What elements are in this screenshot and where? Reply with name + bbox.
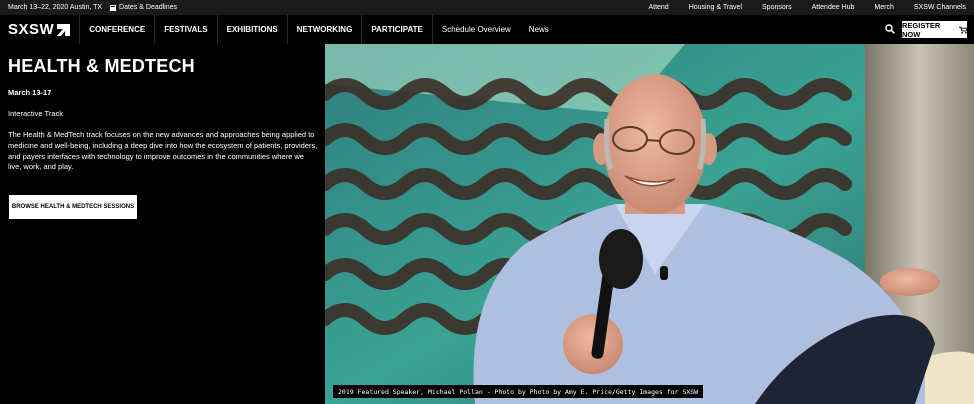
track-description: The Health & MedTech track focuses on th… xyxy=(8,130,318,172)
utility-link-channels[interactable]: SXSW Channels xyxy=(914,4,966,11)
nav-networking[interactable]: NETWORKING xyxy=(286,15,362,44)
sxsw-arrow-icon xyxy=(57,23,71,36)
dates-deadlines-label: Dates & Deadlines xyxy=(119,4,178,11)
nav-news[interactable]: News xyxy=(520,15,558,44)
photo-caption: 2019 Featured Speaker, Michael Pollan - … xyxy=(333,385,704,398)
utility-link-attend[interactable]: Attend xyxy=(648,4,668,11)
calendar-icon xyxy=(110,4,117,11)
sxsw-logo[interactable]: SXSW xyxy=(8,21,71,38)
hero-text-panel xyxy=(0,44,325,404)
register-now-button[interactable]: REGISTER NOW xyxy=(902,20,967,39)
logo-text: SXSW xyxy=(8,21,55,38)
page-title: HEALTH & MEDTECH xyxy=(8,56,195,76)
hero-photo xyxy=(325,44,974,404)
speaker-photo xyxy=(325,44,974,404)
utility-bar: March 13–22, 2020 Austin, TX Dates & Dea… xyxy=(0,0,974,15)
event-date-location: March 13–22, 2020 Austin, TX xyxy=(8,4,103,11)
utility-link-housing[interactable]: Housing & Travel xyxy=(689,4,742,11)
nav-participate[interactable]: PARTICIPATE xyxy=(361,15,432,44)
browse-sessions-button[interactable]: BROWSE HEALTH & MEDTECH SESSIONS xyxy=(9,195,137,219)
dates-deadlines-link[interactable]: Dates & Deadlines xyxy=(110,4,177,11)
nav-festivals[interactable]: FESTIVALS xyxy=(154,15,216,44)
nav-schedule-overview[interactable]: Schedule Overview xyxy=(431,15,520,44)
nav-conference[interactable]: CONFERENCE xyxy=(79,15,154,44)
cart-icon xyxy=(958,26,967,34)
main-nav: SXSW CONFERENCE FESTIVALS EXHIBITIONS NE… xyxy=(0,15,974,44)
utility-link-merch[interactable]: Merch xyxy=(874,4,893,11)
utility-link-attendee-hub[interactable]: Attendee Hub xyxy=(812,4,855,11)
utility-link-sponsors[interactable]: Sponsors xyxy=(762,4,792,11)
nav-exhibitions[interactable]: EXHIBITIONS xyxy=(216,15,287,44)
track-dates: March 13-17 xyxy=(8,88,52,97)
track-type: Interactive Track xyxy=(8,109,64,118)
register-label: REGISTER NOW xyxy=(902,20,941,39)
search-icon[interactable] xyxy=(885,24,895,34)
